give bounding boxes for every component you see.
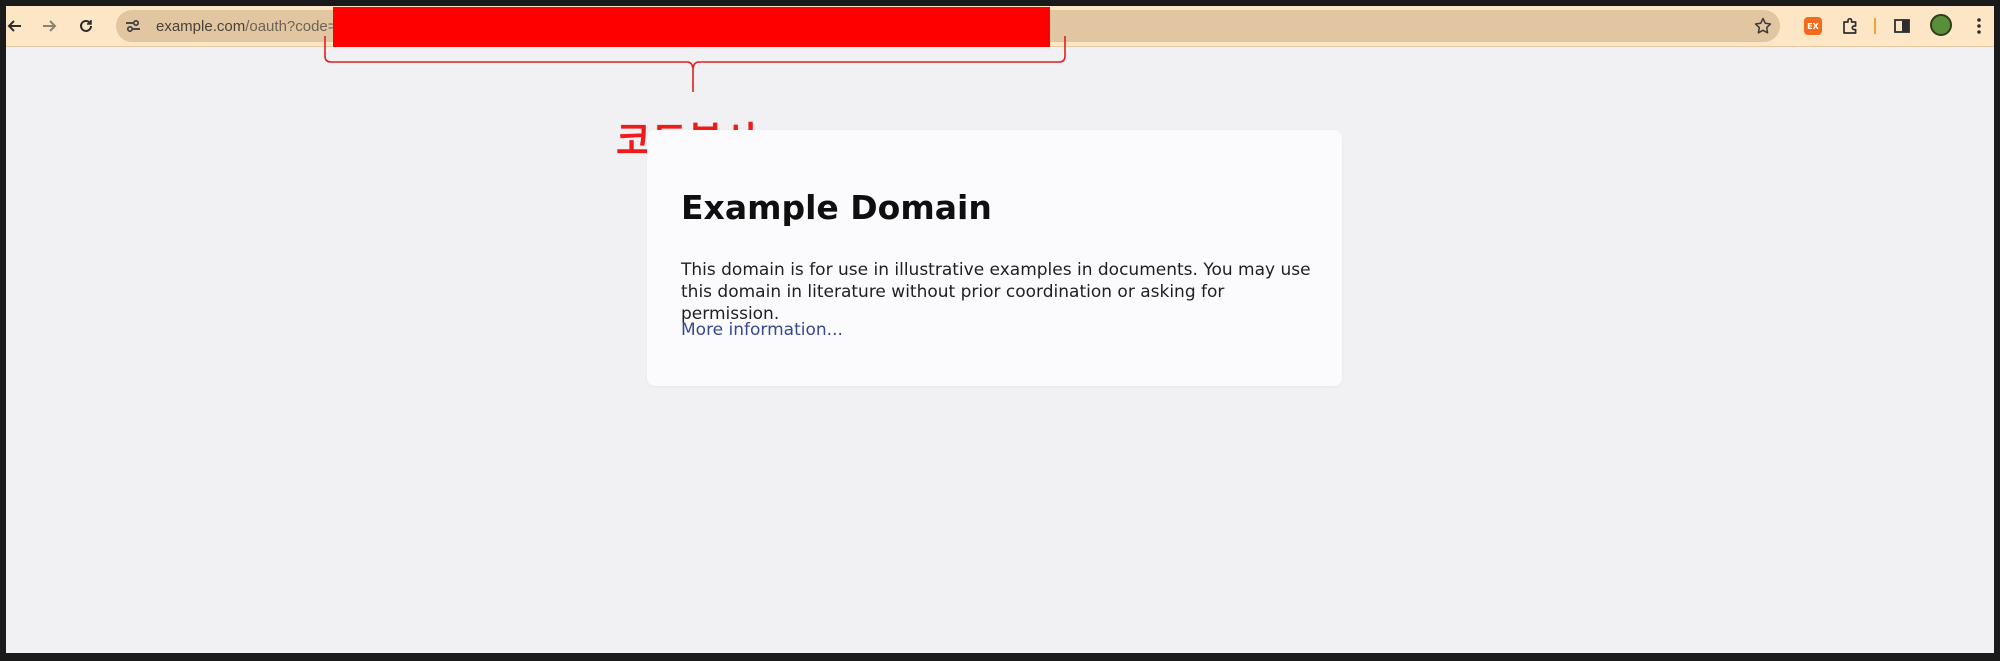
page-title: Example Domain (681, 188, 992, 227)
toolbar-separator (1874, 18, 1876, 34)
star-icon[interactable] (1753, 16, 1773, 36)
page-body-text: This domain is for use in illustrative e… (681, 260, 1311, 324)
puzzle-icon[interactable] (1840, 16, 1860, 36)
extension-badge-icon[interactable]: EX (1803, 16, 1823, 36)
side-panel-icon[interactable] (1892, 16, 1912, 36)
more-information-link[interactable]: More information... (681, 320, 843, 340)
profile-avatar[interactable] (1930, 14, 1952, 36)
extension-badge-text: EX (1804, 17, 1822, 35)
browser-window: example.com/oauth?code= EX 코드복사 Example (6, 6, 1994, 653)
content-card: Example Domain This domain is for use in… (647, 130, 1342, 386)
kebab-menu-icon[interactable] (1969, 16, 1989, 36)
